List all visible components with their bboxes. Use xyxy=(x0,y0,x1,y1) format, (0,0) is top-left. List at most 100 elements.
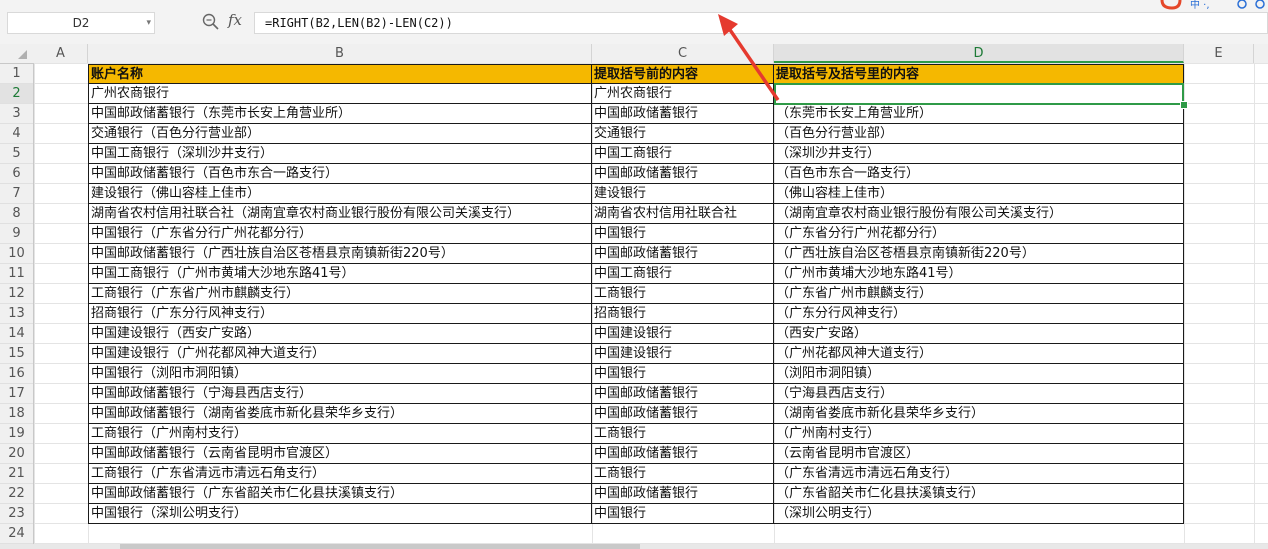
table-cell[interactable]: 中国工商银行（广州市黄埔大沙地东路41号） xyxy=(88,264,592,284)
table-cell[interactable]: 建设银行 xyxy=(592,184,774,204)
table-cell[interactable]: （云南省昆明市官渡区） xyxy=(774,444,1184,464)
row-header[interactable]: 12 xyxy=(0,284,33,304)
row-header[interactable]: 11 xyxy=(0,264,33,284)
table-cell[interactable]: 中国邮政储蓄银行（广西壮族自治区苍梧县京南镇新街220号） xyxy=(88,244,592,264)
table-cell[interactable]: （东莞市长安上角营业所） xyxy=(774,104,1184,124)
table-cell[interactable]: （广东省清远市清远石角支行） xyxy=(774,464,1184,484)
scrollbar-thumb[interactable] xyxy=(120,544,640,549)
table-cell[interactable]: 工商银行 xyxy=(592,464,774,484)
row-header[interactable]: 8 xyxy=(0,204,33,224)
table-cell[interactable]: （广东省分行广州花都分行） xyxy=(774,224,1184,244)
table-cell[interactable]: （百色分行营业部） xyxy=(774,124,1184,144)
table-cell[interactable]: 工商银行（广东省广州市麒麟支行） xyxy=(88,284,592,304)
select-all-corner[interactable] xyxy=(18,50,27,59)
column-header-c[interactable]: C xyxy=(592,44,774,63)
table-cell[interactable]: （广东分行风神支行） xyxy=(774,304,1184,324)
table-header-cell[interactable]: 提取括号及括号里的内容 xyxy=(774,64,1184,84)
horizontal-scrollbar[interactable] xyxy=(0,544,1268,549)
row-header[interactable]: 10 xyxy=(0,244,33,264)
row-header[interactable]: 22 xyxy=(0,484,33,504)
table-cell[interactable]: 中国建设银行（西安广安路） xyxy=(88,324,592,344)
table-cell[interactable]: 中国银行 xyxy=(592,364,774,384)
fill-handle[interactable] xyxy=(1180,101,1188,109)
table-cell[interactable]: （西安广安路） xyxy=(774,324,1184,344)
formula-input[interactable]: =RIGHT(B2,LEN(B2)-LEN(C2)) xyxy=(254,12,1268,34)
row-header[interactable]: 5 xyxy=(0,144,33,164)
table-cell[interactable]: 中国邮政储蓄银行 xyxy=(592,384,774,404)
row-header[interactable]: 1 xyxy=(0,64,33,84)
table-cell[interactable]: 工商银行（广州南村支行） xyxy=(88,424,592,444)
table-cell[interactable]: 中国银行（广东省分行广州花都分行） xyxy=(88,224,592,244)
table-cell[interactable]: 中国邮政储蓄银行（百色市东合一路支行） xyxy=(88,164,592,184)
zoom-icon[interactable] xyxy=(202,12,220,32)
row-header[interactable]: 6 xyxy=(0,164,33,184)
table-cell[interactable]: 工商银行（广东省清远市清远石角支行） xyxy=(88,464,592,484)
table-cell[interactable]: 招商银行 xyxy=(592,304,774,324)
selected-cell-d2[interactable] xyxy=(774,83,1184,105)
row-header[interactable]: 17 xyxy=(0,384,33,404)
table-cell[interactable]: （广西壮族自治区苍梧县京南镇新街220号） xyxy=(774,244,1184,264)
table-cell[interactable]: 中国邮政储蓄银行（云南省昆明市官渡区） xyxy=(88,444,592,464)
table-cell[interactable]: 工商银行 xyxy=(592,284,774,304)
table-cell[interactable]: 工商银行 xyxy=(592,424,774,444)
table-cell[interactable]: （广州花都风神大道支行） xyxy=(774,344,1184,364)
table-cell[interactable]: 中国工商银行（深圳沙井支行） xyxy=(88,144,592,164)
row-header[interactable]: 4 xyxy=(0,124,33,144)
row-header[interactable]: 16 xyxy=(0,364,33,384)
table-cell[interactable]: 交通银行（百色分行营业部） xyxy=(88,124,592,144)
table-cell[interactable]: （宁海县西店支行） xyxy=(774,384,1184,404)
table-cell[interactable]: （湖南省娄底市新化县荣华乡支行） xyxy=(774,404,1184,424)
row-header[interactable]: 20 xyxy=(0,444,33,464)
table-cell[interactable]: （广州市黄埔大沙地东路41号） xyxy=(774,264,1184,284)
column-header-e[interactable]: E xyxy=(1184,44,1254,63)
table-cell[interactable]: 中国建设银行（广州花都风神大道支行） xyxy=(88,344,592,364)
table-cell[interactable]: 建设银行（佛山容桂上佳市） xyxy=(88,184,592,204)
table-cell[interactable]: 湖南省农村信用社联合社（湖南宜章农村商业银行股份有限公司关溪支行） xyxy=(88,204,592,224)
table-cell[interactable]: 中国工商银行 xyxy=(592,264,774,284)
table-cell[interactable]: （深圳公明支行） xyxy=(774,504,1184,524)
table-cell[interactable]: 中国银行 xyxy=(592,504,774,524)
table-header-cell[interactable]: 账户名称 xyxy=(88,64,592,84)
row-header[interactable]: 14 xyxy=(0,324,33,344)
row-header[interactable]: 24 xyxy=(0,524,33,544)
row-header[interactable]: 19 xyxy=(0,424,33,444)
row-header[interactable]: 13 xyxy=(0,304,33,324)
table-cell[interactable]: 中国邮政储蓄银行（广东省韶关市仁化县扶溪镇支行） xyxy=(88,484,592,504)
table-cell[interactable]: （浏阳市洞阳镇） xyxy=(774,364,1184,384)
table-cell[interactable]: （湖南宜章农村商业银行股份有限公司关溪支行） xyxy=(774,204,1184,224)
table-cell[interactable]: 交通银行 xyxy=(592,124,774,144)
fx-icon[interactable]: fx xyxy=(228,11,242,29)
table-cell[interactable]: 中国邮政储蓄银行 xyxy=(592,164,774,184)
table-cell[interactable]: 中国邮政储蓄银行（宁海县西店支行） xyxy=(88,384,592,404)
table-cell[interactable]: 中国银行（浏阳市洞阳镇） xyxy=(88,364,592,384)
chevron-down-icon[interactable]: ▾ xyxy=(146,13,151,33)
table-cell[interactable]: （佛山容桂上佳市） xyxy=(774,184,1184,204)
row-header[interactable]: 23 xyxy=(0,504,33,524)
column-header-b[interactable]: B xyxy=(88,44,592,63)
row-header[interactable]: 15 xyxy=(0,344,33,364)
table-cell[interactable]: 中国银行（深圳公明支行） xyxy=(88,504,592,524)
table-cell[interactable]: （深圳沙井支行） xyxy=(774,144,1184,164)
row-header[interactable]: 9 xyxy=(0,224,33,244)
table-cell[interactable]: 中国邮政储蓄银行 xyxy=(592,244,774,264)
table-cell[interactable]: 中国邮政储蓄银行 xyxy=(592,484,774,504)
table-cell[interactable]: 中国建设银行 xyxy=(592,344,774,364)
column-header-a[interactable]: A xyxy=(34,44,88,63)
column-header-d[interactable]: D xyxy=(774,44,1184,63)
table-cell[interactable]: 中国邮政储蓄银行 xyxy=(592,104,774,124)
table-cell[interactable]: （广州南村支行） xyxy=(774,424,1184,444)
table-cell[interactable]: 广州农商银行 xyxy=(88,84,592,104)
table-cell[interactable]: 中国建设银行 xyxy=(592,324,774,344)
table-cell[interactable]: 中国邮政储蓄银行 xyxy=(592,444,774,464)
table-cell[interactable]: 中国工商银行 xyxy=(592,144,774,164)
table-cell[interactable]: 湖南省农村信用社联合社 xyxy=(592,204,774,224)
table-cell[interactable]: 中国银行 xyxy=(592,224,774,244)
table-cell[interactable]: （百色市东合一路支行） xyxy=(774,164,1184,184)
table-cell[interactable]: 中国邮政储蓄银行（东莞市长安上角营业所） xyxy=(88,104,592,124)
table-cell[interactable]: 中国邮政储蓄银行 xyxy=(592,404,774,424)
table-cell[interactable]: （广东省韶关市仁化县扶溪镇支行） xyxy=(774,484,1184,504)
table-cell[interactable]: 招商银行（广东分行风神支行） xyxy=(88,304,592,324)
name-box[interactable]: D2 ▾ xyxy=(7,12,155,34)
row-header[interactable]: 21 xyxy=(0,464,33,484)
row-header[interactable]: 7 xyxy=(0,184,33,204)
